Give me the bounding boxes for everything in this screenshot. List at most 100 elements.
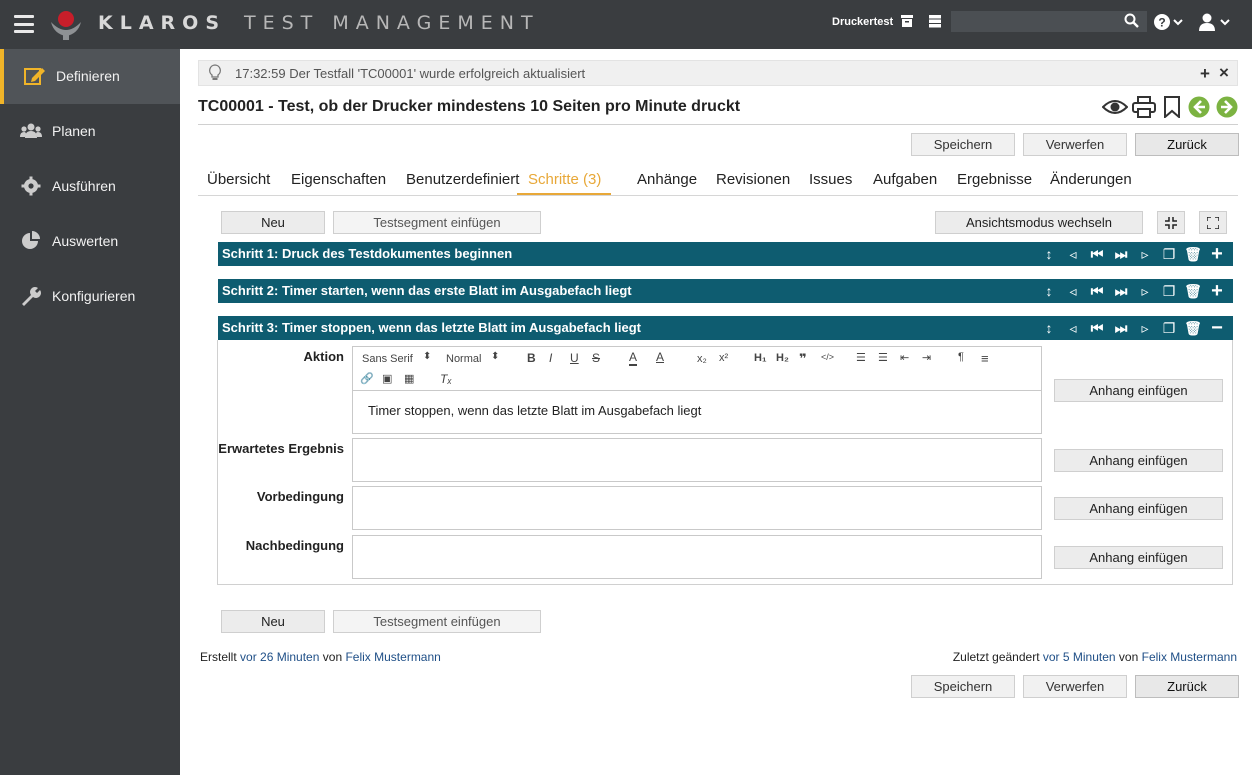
move-left-icon[interactable]: ◃: [1061, 281, 1085, 301]
copy-icon[interactable]: ❐: [1157, 318, 1181, 338]
insert-segment-button[interactable]: Testsegment einfügen: [333, 211, 541, 234]
delete-icon[interactable]: 🗑: [1181, 318, 1205, 338]
move-left-icon[interactable]: ◃: [1061, 244, 1085, 264]
strike-icon[interactable]: S: [592, 351, 600, 365]
move-left-icon[interactable]: ◃: [1061, 318, 1085, 338]
tab-benutzerdefiniert[interactable]: Benutzerdefiniert: [406, 171, 519, 188]
move-right-icon[interactable]: ▹: [1133, 318, 1157, 338]
move-last-icon[interactable]: ⏭: [1109, 244, 1133, 264]
ordered-list-icon[interactable]: ☰: [856, 351, 866, 364]
size-select[interactable]: Normal: [446, 353, 481, 365]
tab-anhaenge[interactable]: Anhänge: [637, 171, 697, 188]
delete-icon[interactable]: 🗑: [1181, 244, 1205, 264]
new-step-button[interactable]: Neu: [221, 211, 325, 234]
outdent-icon[interactable]: ⇤: [900, 351, 909, 364]
heading2-icon[interactable]: H₂: [776, 352, 789, 364]
quote-icon[interactable]: ❞: [799, 351, 807, 367]
indent-icon[interactable]: ⇥: [922, 351, 931, 364]
tab-revisionen[interactable]: Revisionen: [716, 171, 790, 188]
sidebar-item-planen[interactable]: Planen: [0, 104, 180, 159]
attach-precondition-button[interactable]: Anhang einfügen: [1054, 497, 1223, 520]
expand-icon[interactable]: +: [1205, 281, 1229, 301]
bold-icon[interactable]: B: [527, 351, 536, 365]
bookmark-icon[interactable]: [1163, 96, 1181, 118]
move-icon[interactable]: ↕: [1037, 318, 1061, 338]
project-name[interactable]: Druckertest: [832, 16, 893, 28]
view-icon[interactable]: [1102, 96, 1128, 118]
help-icon[interactable]: ?: [1154, 13, 1186, 31]
action-editor[interactable]: Sans Serif ⬍ Normal ⬍ B I U S A A x₂ x² …: [352, 346, 1042, 434]
heading1-icon[interactable]: H₁: [754, 352, 767, 364]
image-icon[interactable]: ▣: [382, 372, 392, 385]
move-last-icon[interactable]: ⏭: [1109, 318, 1133, 338]
subscript-icon[interactable]: x₂: [697, 353, 707, 365]
expand-notifications-icon[interactable]: +: [1200, 64, 1210, 84]
step-header[interactable]: Schritt 3: Timer stoppen, wenn das letzt…: [218, 316, 1233, 340]
precondition-field[interactable]: [352, 486, 1042, 530]
klaros-logo-icon[interactable]: [48, 8, 84, 42]
move-first-icon[interactable]: ⏮: [1085, 244, 1109, 264]
search-input[interactable]: [951, 11, 1147, 32]
archive-icon[interactable]: [900, 14, 914, 28]
tab-eigenschaften[interactable]: Eigenschaften: [291, 171, 386, 188]
move-first-icon[interactable]: ⏮: [1085, 318, 1109, 338]
fullscreen-icon[interactable]: [1199, 211, 1227, 234]
attach-action-button[interactable]: Anhang einfügen: [1054, 379, 1223, 402]
move-last-icon[interactable]: ⏭: [1109, 281, 1133, 301]
delete-icon[interactable]: 🗑: [1181, 281, 1205, 301]
new-step-button[interactable]: Neu: [221, 610, 325, 633]
postcondition-field[interactable]: [352, 535, 1042, 579]
move-right-icon[interactable]: ▹: [1133, 281, 1157, 301]
attach-expected-button[interactable]: Anhang einfügen: [1054, 449, 1223, 472]
menu-icon[interactable]: [14, 15, 34, 33]
user-icon[interactable]: [1199, 13, 1233, 31]
step-header[interactable]: Schritt 2: Timer starten, wenn das erste…: [218, 279, 1233, 303]
code-icon[interactable]: </>: [821, 352, 834, 362]
move-icon[interactable]: ↕: [1037, 244, 1061, 264]
sidebar-item-konfigurieren[interactable]: Konfigurieren: [0, 269, 180, 324]
video-icon[interactable]: ▦: [404, 372, 414, 385]
text-color-icon[interactable]: A: [629, 350, 638, 366]
underline-icon[interactable]: U: [570, 351, 579, 365]
align-icon[interactable]: ≡: [981, 351, 989, 366]
copy-icon[interactable]: ❐: [1157, 244, 1181, 264]
changed-time-link[interactable]: vor 5 Minuten: [1043, 650, 1116, 664]
created-time-link[interactable]: vor 26 Minuten: [240, 650, 319, 664]
collapse-step-icon[interactable]: −: [1205, 318, 1229, 338]
attach-postcondition-button[interactable]: Anhang einfügen: [1054, 546, 1223, 569]
clear-format-icon[interactable]: Tₓ: [440, 372, 452, 386]
text-direction-icon[interactable]: ¶: [958, 351, 964, 363]
collapse-icon[interactable]: [1157, 211, 1185, 234]
tab-issues[interactable]: Issues: [809, 171, 852, 188]
expected-result-field[interactable]: [352, 438, 1042, 482]
move-right-icon[interactable]: ▹: [1133, 244, 1157, 264]
move-first-icon[interactable]: ⏮: [1085, 281, 1109, 301]
save-button[interactable]: Speichern: [911, 675, 1015, 698]
italic-icon[interactable]: I: [549, 351, 552, 365]
close-icon[interactable]: ×: [1219, 63, 1229, 83]
bullet-list-icon[interactable]: ☰: [878, 351, 888, 364]
link-icon[interactable]: 🔗: [360, 372, 374, 385]
save-button[interactable]: Speichern: [911, 133, 1015, 156]
tab-uebersicht[interactable]: Übersicht: [207, 171, 270, 188]
sidebar-item-auswerten[interactable]: Auswerten: [0, 214, 180, 269]
tab-ergebnisse[interactable]: Ergebnisse: [957, 171, 1032, 188]
previous-arrow-icon[interactable]: [1188, 96, 1210, 118]
tab-aufgaben[interactable]: Aufgaben: [873, 171, 937, 188]
insert-segment-button[interactable]: Testsegment einfügen: [333, 610, 541, 633]
changed-user-link[interactable]: Felix Mustermann: [1142, 650, 1237, 664]
print-icon[interactable]: [1132, 96, 1156, 118]
copy-icon[interactable]: ❐: [1157, 281, 1181, 301]
tab-schritte[interactable]: Schritte (3): [517, 171, 612, 195]
move-icon[interactable]: ↕: [1037, 281, 1061, 301]
back-button[interactable]: Zurück: [1135, 675, 1239, 698]
sidebar-item-definieren[interactable]: Definieren: [0, 49, 180, 104]
server-icon[interactable]: [928, 14, 942, 28]
discard-button[interactable]: Verwerfen: [1023, 133, 1127, 156]
next-arrow-icon[interactable]: [1216, 96, 1238, 118]
back-button[interactable]: Zurück: [1135, 133, 1239, 156]
step-header[interactable]: Schritt 1: Druck des Testdokumentes begi…: [218, 242, 1233, 266]
background-color-icon[interactable]: A: [656, 350, 664, 364]
font-select[interactable]: Sans Serif: [362, 353, 413, 365]
toggle-view-button[interactable]: Ansichtsmodus wechseln: [935, 211, 1143, 234]
